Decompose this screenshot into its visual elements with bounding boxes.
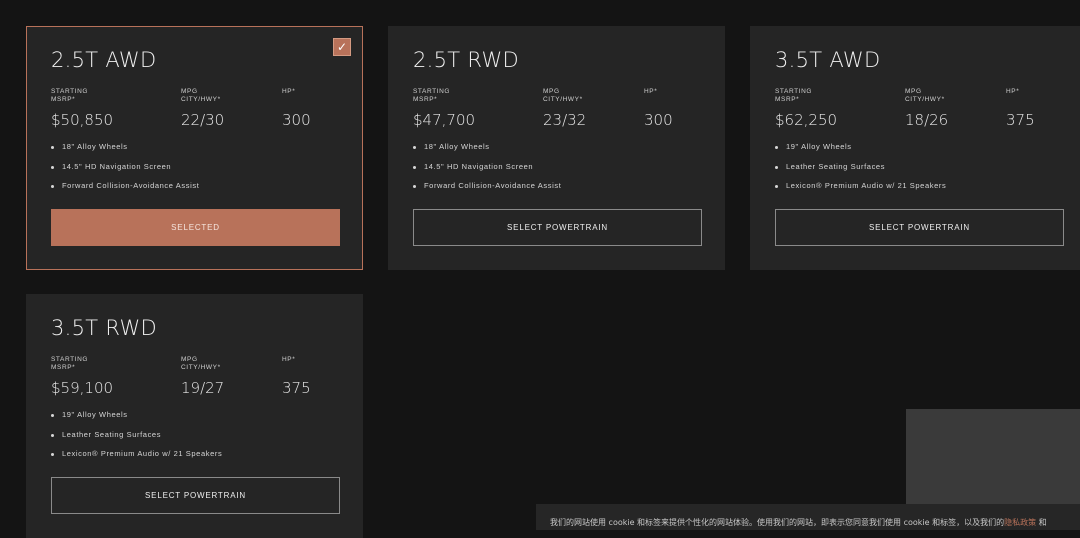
- hp-value: 300: [282, 111, 311, 129]
- powertrain-card-2-5t-awd[interactable]: 2.5T AWD ✓ STARTING MSRP* MPG CITY/HWY* HP…: [26, 26, 363, 270]
- hp-value: 375: [1006, 111, 1035, 129]
- mpg-value: 22/30: [181, 111, 225, 129]
- feature-item: Forward Collision-Avoidance Assist: [49, 180, 199, 200]
- feature-item: 14.5" HD Navigation Screen: [411, 161, 561, 181]
- powertrain-card-3-5t-rwd[interactable]: 3.5T RWD STARTING MSRP* MPG CITY/HWY* HP* …: [26, 294, 363, 538]
- feature-item: Lexicon® Premium Audio w/ 21 Speakers: [773, 180, 946, 200]
- mpg-label: MPG CITY/HWY*: [181, 356, 221, 371]
- selected-button[interactable]: SELECTED: [51, 209, 340, 246]
- msrp-value: $59,100: [51, 379, 114, 397]
- hp-label: HP*: [282, 88, 296, 95]
- feature-list: 19" Alloy Wheels Leather Seating Surface…: [49, 409, 222, 468]
- feature-item: 19" Alloy Wheels: [773, 141, 946, 161]
- powertrain-title: 3.5T AWD: [775, 48, 881, 72]
- cookie-text: 我们的网站使用 cookie 和标签来提供个性化的网站体验。使用我们的网站，即表…: [550, 517, 1047, 528]
- hp-value: 300: [644, 111, 673, 129]
- msrp-value: $47,700: [413, 111, 476, 129]
- mpg-label: MPG CITY/HWY*: [543, 88, 583, 103]
- powertrain-title: 2.5T AWD: [51, 48, 157, 72]
- feature-item: Forward Collision-Avoidance Assist: [411, 180, 561, 200]
- mpg-value: 18/26: [905, 111, 949, 129]
- mpg-label: MPG CITY/HWY*: [181, 88, 221, 103]
- hp-label: HP*: [644, 88, 658, 95]
- feature-list: 18" Alloy Wheels 14.5" HD Navigation Scr…: [49, 141, 199, 200]
- feature-item: Lexicon® Premium Audio w/ 21 Speakers: [49, 448, 222, 468]
- check-icon: ✓: [333, 38, 351, 56]
- feature-item: Leather Seating Surfaces: [773, 161, 946, 181]
- cookie-tail: 和: [1036, 518, 1047, 527]
- feature-item: 19" Alloy Wheels: [49, 409, 222, 429]
- powertrain-title: 2.5T RWD: [413, 48, 519, 72]
- feature-item: 18" Alloy Wheels: [411, 141, 561, 161]
- msrp-value: $62,250: [775, 111, 838, 129]
- msrp-label: STARTING MSRP*: [413, 88, 451, 103]
- mpg-label: MPG CITY/HWY*: [905, 88, 945, 103]
- select-powertrain-button[interactable]: SELECT POWERTRAIN: [51, 477, 340, 514]
- cookie-message: 我们的网站使用 cookie 和标签来提供个性化的网站体验。使用我们的网站，即表…: [550, 518, 1005, 527]
- feature-item: 14.5" HD Navigation Screen: [49, 161, 199, 181]
- powertrain-card-3-5t-awd[interactable]: 3.5T AWD STARTING MSRP* MPG CITY/HWY* HP* …: [750, 26, 1080, 270]
- select-powertrain-button[interactable]: SELECT POWERTRAIN: [775, 209, 1064, 246]
- powertrain-title: 3.5T RWD: [51, 316, 157, 340]
- privacy-policy-link[interactable]: 隐私政策: [1004, 518, 1036, 527]
- chat-widget-panel[interactable]: [906, 409, 1080, 504]
- msrp-label: STARTING MSRP*: [51, 88, 89, 103]
- powertrain-card-2-5t-rwd[interactable]: 2.5T RWD STARTING MSRP* MPG CITY/HWY* HP* …: [388, 26, 725, 270]
- msrp-label: STARTING MSRP*: [51, 356, 89, 371]
- select-powertrain-button[interactable]: SELECT POWERTRAIN: [413, 209, 702, 246]
- feature-item: 18" Alloy Wheels: [49, 141, 199, 161]
- hp-label: HP*: [1006, 88, 1020, 95]
- mpg-value: 23/32: [543, 111, 587, 129]
- mpg-value: 19/27: [181, 379, 225, 397]
- msrp-label: STARTING MSRP*: [775, 88, 813, 103]
- msrp-value: $50,850: [51, 111, 114, 129]
- feature-item: Leather Seating Surfaces: [49, 429, 222, 449]
- hp-value: 375: [282, 379, 311, 397]
- cookie-banner: 我们的网站使用 cookie 和标签来提供个性化的网站体验。使用我们的网站，即表…: [536, 504, 1080, 530]
- feature-list: 19" Alloy Wheels Leather Seating Surface…: [773, 141, 946, 200]
- hp-label: HP*: [282, 356, 296, 363]
- feature-list: 18" Alloy Wheels 14.5" HD Navigation Scr…: [411, 141, 561, 200]
